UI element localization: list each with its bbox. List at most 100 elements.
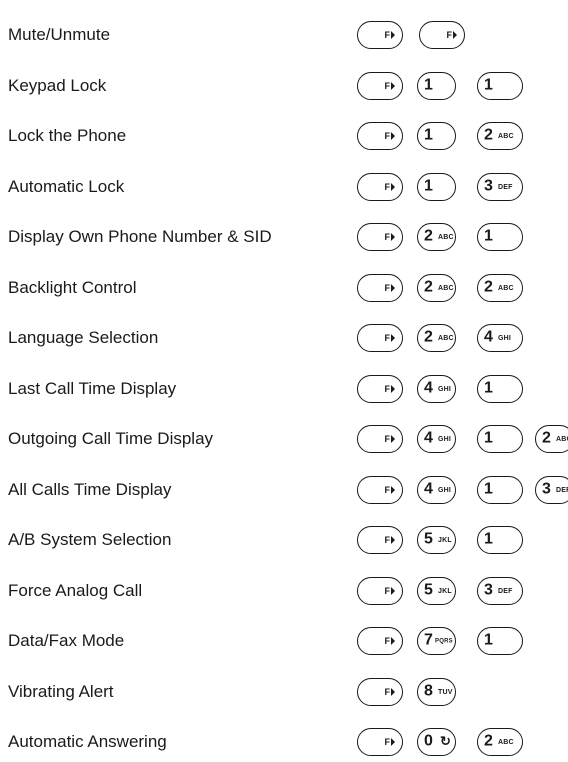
play-triangle-icon	[391, 81, 395, 90]
function-key-glyph: F	[385, 586, 395, 596]
function-key-glyph: F	[385, 182, 395, 192]
number-key-5-icon: 5 JKL	[417, 526, 456, 554]
function-label: Outgoing Call Time Display	[8, 429, 214, 448]
function-label: Lock the Phone	[8, 126, 127, 145]
number-key-1-icon: 1	[417, 122, 456, 150]
function-row: Keypad Lock F 1 1	[0, 66, 568, 106]
number-key-2-icon: 2 ABC	[477, 728, 523, 756]
function-key-icon: F	[357, 475, 403, 504]
number-key-4-icon: 4 GHI	[417, 475, 456, 504]
play-triangle-icon	[391, 182, 395, 191]
function-label: Backlight Control	[8, 277, 137, 297]
function-key-icon: F	[357, 677, 403, 706]
function-label: Automatic Lock	[8, 176, 125, 196]
function-key-letter: F	[384, 484, 391, 495]
function-key-glyph: F	[384, 30, 395, 40]
function-key-icon: F	[357, 627, 403, 655]
number-key-3-icon: 3 DEF	[477, 576, 523, 605]
play-triangle-icon	[391, 435, 395, 443]
key-letters: JKL	[438, 536, 452, 544]
key-digit: 2	[424, 278, 433, 296]
key-letters: ABC	[498, 284, 514, 292]
key-letters: DEF	[498, 587, 513, 595]
function-row: Lock the Phone F 1 2 ABC	[0, 116, 568, 156]
number-key-1-icon: 1	[477, 374, 523, 403]
key-letters: ABC	[556, 435, 568, 443]
key-digit: 1	[484, 227, 493, 245]
function-key-icon: F	[357, 374, 403, 403]
function-key-glyph: F	[384, 484, 395, 495]
key-digit: 4	[424, 379, 433, 397]
function-key-letter: F	[384, 636, 391, 646]
function-label: Mute/Unmute	[8, 25, 111, 44]
play-triangle-icon	[391, 536, 395, 544]
cycle-arrow-icon: ↻	[440, 733, 451, 749]
function-key-glyph: F	[385, 283, 395, 293]
function-key-icon: F	[357, 728, 403, 756]
play-triangle-icon	[391, 233, 395, 241]
function-row: All Calls Time Display F 4 GHI 1 3 DEF	[0, 470, 568, 510]
function-label: A/B System Selection	[8, 530, 172, 549]
key-letters: ABC	[438, 284, 454, 292]
key-digit: 3	[484, 581, 493, 599]
function-key-letter: F	[384, 80, 391, 91]
function-key-letter: F	[446, 30, 453, 40]
function-key-glyph: F	[446, 30, 457, 40]
function-key-icon: F	[357, 526, 403, 554]
function-key-letter: F	[384, 333, 391, 343]
play-triangle-icon	[391, 687, 395, 696]
key-digit: 1	[484, 76, 493, 94]
function-key-glyph: F	[385, 737, 395, 747]
function-key-icon: F	[357, 21, 403, 49]
key-digit: 1	[424, 177, 433, 195]
function-key-glyph: F	[384, 636, 395, 646]
function-row: Automatic Answering F 0 ↻ 2 ABC	[0, 722, 568, 762]
number-key-1-icon: 1	[417, 71, 456, 100]
function-key-icon: F	[357, 223, 403, 251]
function-key-icon: F	[357, 71, 403, 100]
function-key-glyph: F	[385, 384, 395, 394]
function-key-icon: F	[357, 425, 403, 453]
key-letters: PQRS	[435, 638, 453, 645]
key-digit: 2	[484, 278, 493, 296]
key-letters: ABC	[498, 132, 514, 140]
function-key-letter: F	[384, 131, 391, 141]
play-triangle-icon	[391, 384, 395, 393]
function-row: Backlight Control F 2 ABC 2 ABC	[0, 268, 568, 308]
function-row: Force Analog Call F 5 JKL 3 DEF	[0, 571, 568, 611]
number-key-4-icon: 4 GHI	[477, 324, 523, 352]
function-row: Vibrating Alert F 8 TUV	[0, 672, 568, 712]
function-label: All Calls Time Display	[8, 479, 172, 499]
number-key-2-icon: 2 ABC	[417, 273, 456, 302]
key-digit: 5	[424, 530, 433, 548]
number-key-2-icon: 2 ABC	[417, 223, 456, 251]
function-row: Automatic Lock F 1 3 DEF	[0, 167, 568, 207]
number-key-1-icon: 1	[477, 475, 523, 504]
function-key-icon: F	[357, 122, 403, 150]
function-row: Language Selection F 2 ABC 4 GHI	[0, 318, 568, 358]
key-letters: ABC	[498, 738, 514, 746]
key-letters: GHI	[438, 486, 452, 494]
function-row: Outgoing Call Time Display F 4 GHI 1 2 ABC	[0, 419, 568, 459]
play-triangle-icon	[391, 637, 395, 645]
number-key-2-icon: 2 ABC	[535, 425, 568, 453]
function-row: Data/Fax Mode F 7 PQRS 1	[0, 621, 568, 661]
key-letters: TUV	[438, 688, 453, 696]
function-key-letter: F	[384, 232, 391, 242]
number-key-1-icon: 1	[477, 71, 523, 100]
function-key-glyph: F	[384, 131, 395, 141]
function-key-glyph: F	[384, 232, 395, 242]
number-key-3-icon: 3 DEF	[477, 172, 523, 201]
function-key-letter: F	[384, 30, 391, 40]
play-triangle-icon	[391, 738, 395, 746]
key-letters: JKL	[438, 587, 452, 595]
play-triangle-icon	[453, 31, 457, 39]
function-label: Automatic Answering	[8, 732, 167, 751]
key-digit: 8	[424, 682, 433, 700]
key-letters: GHI	[438, 435, 452, 443]
play-triangle-icon	[391, 283, 395, 292]
play-triangle-icon	[391, 586, 395, 595]
function-key-icon: F	[419, 21, 465, 49]
play-triangle-icon	[391, 31, 395, 39]
key-letters: ABC	[438, 334, 454, 342]
